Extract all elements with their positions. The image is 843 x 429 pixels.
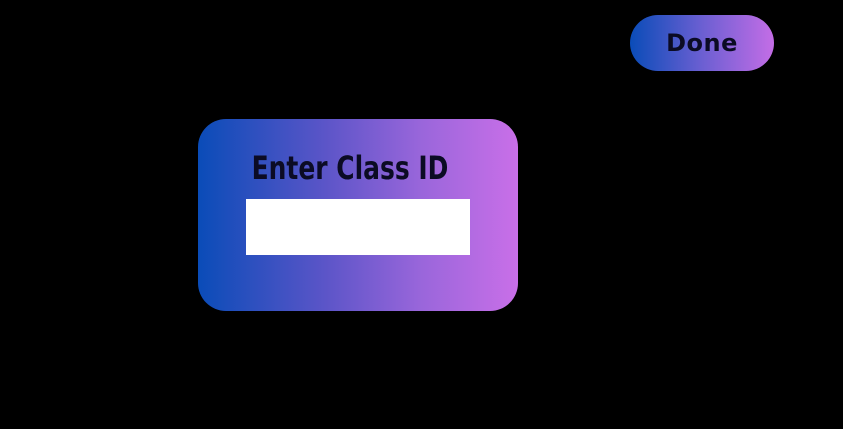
- done-button[interactable]: Done: [630, 15, 774, 71]
- class-id-card: Enter Class ID: [198, 119, 518, 311]
- done-button-label: Done: [666, 29, 738, 57]
- class-id-title: Enter Class ID: [251, 149, 449, 187]
- class-id-input[interactable]: [246, 199, 470, 255]
